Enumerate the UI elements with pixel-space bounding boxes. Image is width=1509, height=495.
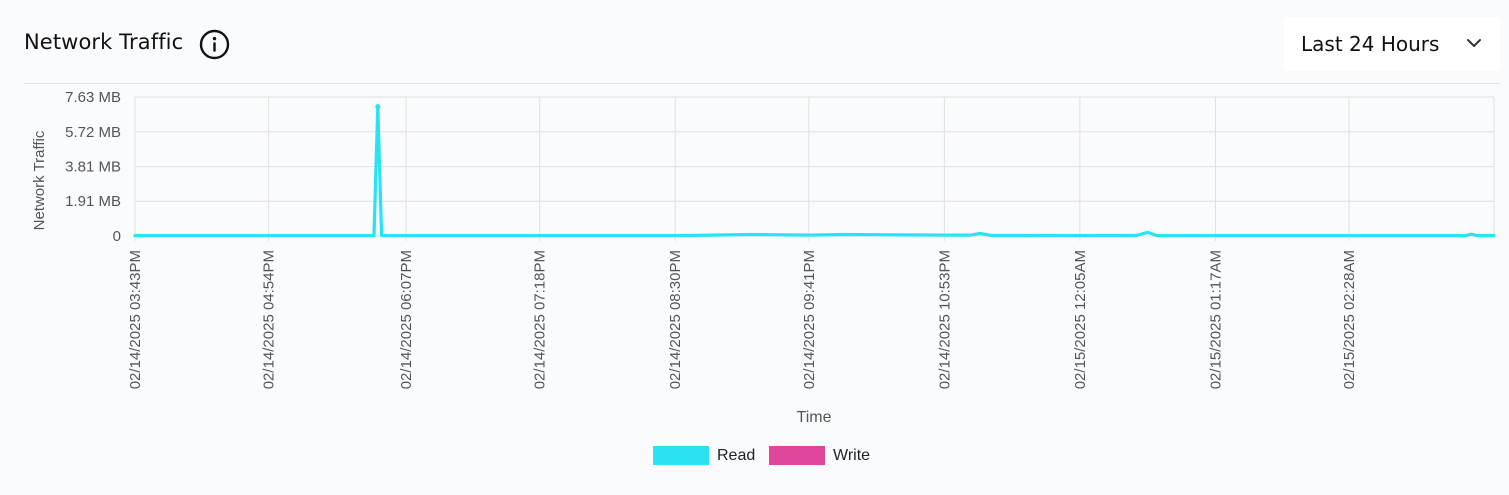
network-traffic-chart: 0 1.91 MB 3.81 MB 5.72 MB 7.63 MB 02/14/2025 …: [31, 89, 1496, 426]
x-tick-label: 02/14/2025 09:41PM: [801, 250, 818, 389]
x-tick-label: 02/15/2025 01:17AM: [1207, 250, 1224, 389]
chevron-down-icon: [1467, 39, 1481, 47]
x-axis-title: Time: [797, 409, 832, 426]
y-tick-label: 3.81 MB: [65, 159, 121, 176]
time-range-dropdown[interactable]: Last 24 Hours: [1284, 17, 1500, 71]
legend-swatch-read: [653, 446, 709, 465]
y-tick-label: 5.72 MB: [65, 124, 121, 141]
series-line-read: [133, 105, 1496, 238]
series-peak-point-read: [375, 104, 381, 110]
x-tick-label: 02/14/2025 07:18PM: [532, 250, 549, 389]
chart-legend: Read Write: [0, 444, 1509, 468]
x-tick-label: 02/14/2025 03:43PM: [127, 250, 144, 389]
panel-header: Network Traffic Last 24 Hours: [0, 0, 1509, 84]
legend-label-read: Read: [717, 447, 756, 464]
time-range-value: Last 24 Hours: [1301, 32, 1440, 56]
legend-label-write: Write: [833, 447, 871, 464]
legend-swatch-write: [769, 446, 825, 465]
x-tick-label: 02/15/2025 02:28AM: [1341, 250, 1358, 389]
legend-item-read[interactable]: Read: [653, 446, 763, 466]
x-tick-label: 02/14/2025 06:07PM: [398, 250, 415, 389]
x-tick-label: 02/14/2025 08:30PM: [667, 250, 684, 389]
info-circle-icon[interactable]: [199, 29, 230, 60]
y-tick-label: 7.63 MB: [65, 89, 121, 106]
y-tick-label: 0: [113, 228, 121, 245]
page-title: Network Traffic: [24, 30, 184, 54]
x-tick-label: 02/15/2025 12:05AM: [1072, 250, 1089, 389]
y-tick-label: 1.91 MB: [65, 193, 121, 210]
y-axis-title: Network Traffic: [31, 130, 48, 230]
legend-item-write[interactable]: Write: [769, 446, 879, 466]
x-tick-label: 02/14/2025 04:54PM: [261, 250, 278, 389]
x-tick-label: 02/14/2025 10:53PM: [936, 250, 953, 389]
